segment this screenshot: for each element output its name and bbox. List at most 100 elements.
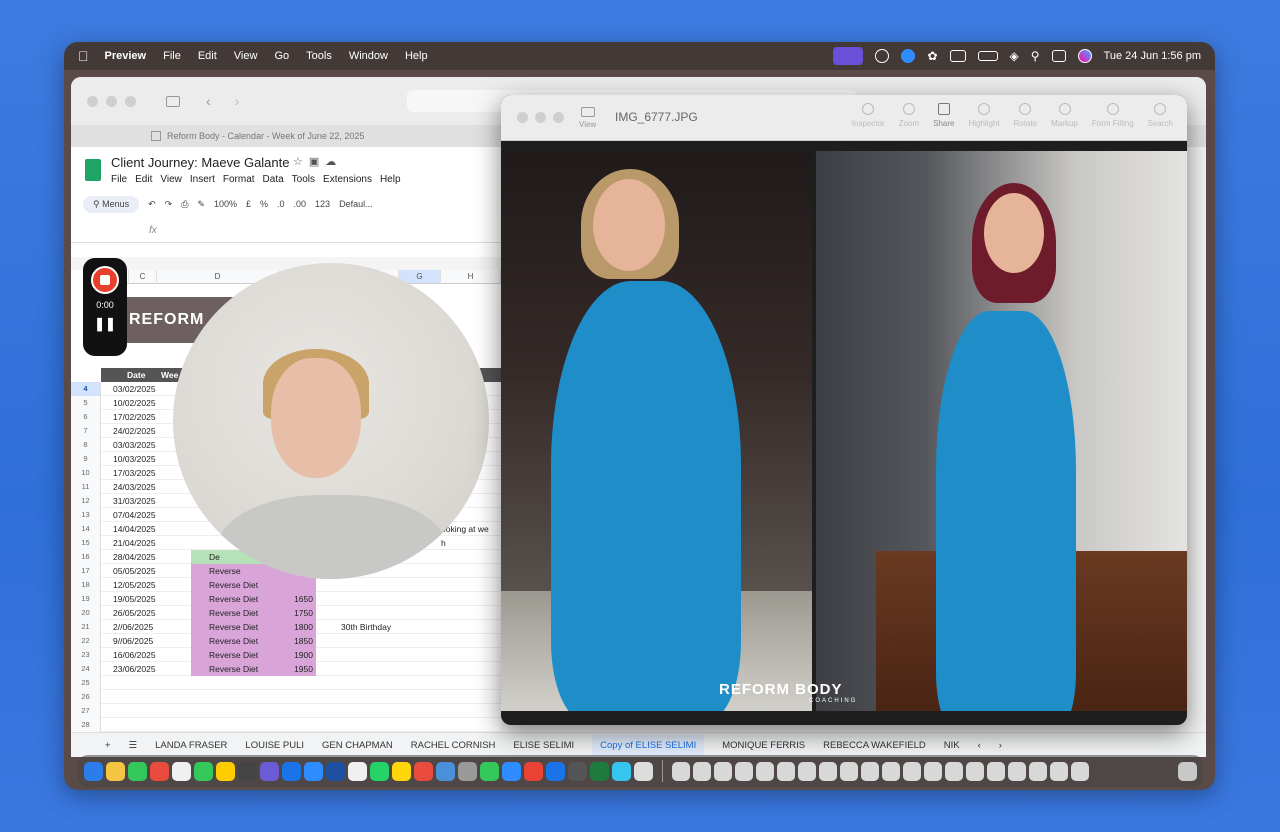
row-number[interactable]: 10 — [71, 466, 101, 480]
col-header-h[interactable]: H — [441, 270, 501, 284]
row-number[interactable]: 13 — [71, 508, 101, 522]
row-number[interactable]: 19 — [71, 592, 101, 606]
table-row[interactable]: 24 23/06/2025 Reverse Diet 1950 — [71, 662, 501, 676]
dock-window-thumbnail-icon[interactable] — [882, 761, 900, 781]
sheet-menu-extensions[interactable]: Extensions — [323, 174, 372, 185]
row-number[interactable]: 7 — [71, 424, 101, 438]
apple-icon[interactable]:  — [78, 48, 89, 64]
cell-date[interactable]: 21/04/2025 — [113, 536, 156, 550]
table-row[interactable]: 20 26/05/2025 Reverse Diet 1750 — [71, 606, 501, 620]
row-number[interactable]: 11 — [71, 480, 101, 494]
font-select[interactable]: Defaul... — [339, 199, 373, 209]
sheet-tab-active[interactable]: Copy of ELISE SELIMI — [592, 734, 705, 756]
redo-icon[interactable]: ↷ — [165, 199, 173, 210]
cell-calories[interactable]: 1800 — [279, 620, 316, 634]
cell-date[interactable]: 10/02/2025 — [113, 396, 156, 410]
sheet-tab[interactable]: NIK — [944, 740, 960, 751]
inspector-button[interactable]: Inspector — [852, 103, 885, 128]
form-filling-button[interactable]: Form Filling — [1092, 103, 1134, 128]
dock-window-thumbnail-icon[interactable] — [1071, 761, 1089, 781]
feather-icon[interactable]: ✿ — [927, 49, 937, 63]
row-number[interactable]: 12 — [71, 494, 101, 508]
cell-date[interactable]: 17/02/2025 — [113, 410, 156, 424]
stop-record-button[interactable] — [91, 266, 119, 294]
formula-bar[interactable]: fx — [71, 225, 501, 243]
share-button[interactable]: Share — [933, 103, 954, 128]
row-number[interactable]: 20 — [71, 606, 101, 620]
row-number[interactable]: 25 — [71, 676, 101, 690]
dock-window-thumbnail-icon[interactable] — [1008, 761, 1026, 781]
cell-date[interactable]: 10/03/2025 — [113, 452, 156, 466]
dock-app-icon[interactable] — [348, 761, 367, 781]
row-number[interactable]: 26 — [71, 690, 101, 704]
menu-go[interactable]: Go — [274, 50, 289, 62]
menu-app-name[interactable]: Preview — [105, 50, 147, 62]
sheet-tab[interactable]: ELISE SELIMI — [513, 740, 574, 751]
cell-date[interactable]: 28/04/2025 — [113, 550, 156, 564]
dock-app-icon[interactable] — [502, 761, 521, 781]
dock-window-thumbnail-icon[interactable] — [777, 761, 795, 781]
cloud-icon[interactable]: ☁ — [325, 156, 342, 168]
cell-date[interactable]: 23/06/2025 — [113, 662, 156, 676]
forward-arrow-icon[interactable]: › — [235, 93, 240, 109]
rotate-button[interactable]: Rotate — [1014, 103, 1037, 128]
sheet-menu-tools[interactable]: Tools — [292, 174, 315, 185]
row-number[interactable]: 23 — [71, 648, 101, 662]
cell-phase[interactable]: Reverse Diet — [191, 662, 279, 676]
menu-help[interactable]: Help — [405, 50, 428, 62]
row-number[interactable]: 15 — [71, 536, 101, 550]
row-number[interactable]: 27 — [71, 704, 101, 718]
row-number[interactable]: 21 — [71, 620, 101, 634]
preview-minimize-dot-icon[interactable] — [535, 112, 546, 123]
dock-app-icon[interactable] — [590, 761, 609, 781]
dock-app-icon[interactable] — [480, 761, 499, 781]
zoom-button[interactable]: Zoom — [899, 103, 919, 128]
cell-date[interactable]: 26/05/2025 — [113, 606, 156, 620]
table-row[interactable]: 19 19/05/2025 Reverse Diet 1650 — [71, 592, 501, 606]
cell-calories[interactable]: 1750 — [279, 606, 316, 620]
sheet-menu-insert[interactable]: Insert — [190, 174, 215, 185]
cell-phase[interactable]: Reverse Diet — [191, 634, 279, 648]
menu-view[interactable]: View — [234, 50, 258, 62]
back-arrow-icon[interactable]: ‹ — [206, 93, 211, 109]
view-button[interactable]: View — [579, 107, 596, 129]
menu-window[interactable]: Window — [349, 50, 388, 62]
cell-date[interactable]: 19/05/2025 — [113, 592, 156, 606]
doc-title[interactable]: Client Journey: Maeve Galante — [111, 155, 289, 170]
cell-phase[interactable]: Reverse Diet — [191, 592, 279, 606]
tabs-scroll-right-icon[interactable]: › — [999, 740, 1002, 751]
row-number[interactable]: 4 — [71, 382, 101, 396]
table-row[interactable]: 27 — [71, 704, 501, 718]
table-row[interactable]: 22 9//06/2025 Reverse Diet 1850 — [71, 634, 501, 648]
sheet-tab[interactable]: MONIQUE FERRIS — [722, 740, 805, 751]
cell-phase[interactable]: Reverse Diet — [191, 648, 279, 662]
number-format-button[interactable]: 123 — [315, 199, 330, 209]
decrease-decimal-button[interactable]: .0 — [277, 199, 285, 209]
currency-button[interactable]: £ — [246, 199, 251, 209]
cell-calories[interactable]: 1900 — [279, 648, 316, 662]
dock-window-thumbnail-icon[interactable] — [1050, 761, 1068, 781]
cell-date[interactable]: 24/03/2025 — [113, 480, 156, 494]
row-number[interactable]: 14 — [71, 522, 101, 536]
table-row[interactable]: 23 16/06/2025 Reverse Diet 1900 — [71, 648, 501, 662]
cell-date[interactable]: 03/03/2025 — [113, 438, 156, 452]
cell-note[interactable]: 30th Birthday — [341, 620, 391, 634]
cell-date[interactable]: 05/05/2025 — [113, 564, 156, 578]
dock-window-thumbnail-icon[interactable] — [735, 761, 753, 781]
table-row[interactable]: 21 2//06/2025 Reverse Diet 1800 30th Birthda… — [71, 620, 501, 634]
sheet-tab[interactable]: LOUISE PULI — [245, 740, 304, 751]
dock-app-icon[interactable] — [282, 761, 301, 781]
dock-window-thumbnail-icon[interactable] — [840, 761, 858, 781]
highlight-button[interactable]: Highlight — [968, 103, 1000, 128]
dock-window-thumbnail-icon[interactable] — [1029, 761, 1047, 781]
cell-date[interactable]: 12/05/2025 — [113, 578, 156, 592]
sheet-tab[interactable]: LANDA FRASER — [155, 740, 227, 751]
dock-app-icon[interactable] — [172, 761, 191, 781]
cell-date[interactable]: 16/06/2025 — [113, 648, 156, 662]
status-icon[interactable] — [875, 49, 890, 63]
dock-app-icon[interactable] — [370, 761, 389, 781]
row-number[interactable]: 16 — [71, 550, 101, 564]
menubar-clock[interactable]: Tue 24 Jun 1:56 pm — [1104, 50, 1201, 62]
siri-icon[interactable] — [1077, 49, 1092, 63]
dock-window-thumbnail-icon[interactable] — [903, 761, 921, 781]
